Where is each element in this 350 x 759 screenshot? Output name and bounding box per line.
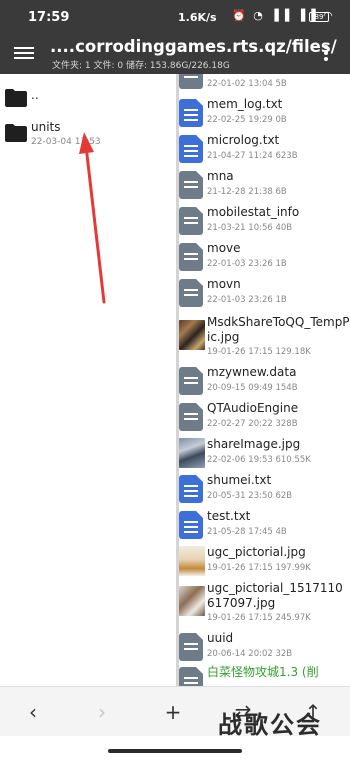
file-row[interactable]: uuid 20-06-14 20:02 32B: [179, 630, 350, 664]
file-row[interactable]: ugc_pictorial.jpg 19-01-26 17:15 197.99K: [179, 544, 350, 578]
file-icon: [179, 367, 203, 395]
file-name: shareImage.jpg: [207, 437, 301, 451]
add-button[interactable]: +: [158, 697, 188, 727]
file-name: microlog.txt: [207, 133, 280, 147]
file-name: move: [207, 241, 241, 255]
file-row[interactable]: QTAudioEngine 22-02-27 20:22 328B: [179, 400, 350, 434]
file-row[interactable]: test.txt 21-05-28 17:45 4B: [179, 508, 350, 542]
file-meta: 20-05-31 23:50 62B: [207, 491, 293, 501]
file-meta: 20-06-14 20:02 32B: [207, 649, 293, 659]
back-button[interactable]: ‹: [18, 697, 48, 727]
file-row[interactable]: move 22-01-03 23:26 1B: [179, 240, 350, 274]
gesture-bar[interactable]: [108, 749, 242, 753]
file-meta: 22-01-02 13:04 5B: [207, 79, 287, 89]
file-icon: [179, 667, 203, 686]
file-name: mem_log.txt: [207, 97, 283, 111]
file-name: MsdkShareToQQ_TempPic.jpg: [207, 315, 350, 344]
file-row[interactable]: shareImage.jpg 22-02-06 19:53 610.55K: [179, 436, 350, 470]
file-icon: [179, 403, 203, 431]
network-speed: 1.6K/s: [178, 11, 217, 24]
file-meta: 21-12-28 21:38 6B: [207, 187, 287, 197]
file-meta: 19-01-26 17:15 129.18K: [207, 347, 311, 357]
status-bar: 17:59 1.6K/s ⏰ ◔ ▐▐ ▐▐ ◠ 89: [0, 0, 350, 34]
file-row[interactable]: shumei.txt 20-05-31 23:50 62B: [179, 472, 350, 506]
file-row[interactable]: ugc_pictorial_1517110617097.jpg 19-01-26…: [179, 580, 350, 626]
file-row[interactable]: MsdkShareToQQ_TempPic.jpg 19-01-26 17:15…: [179, 314, 350, 358]
image-thumbnail: [179, 586, 205, 616]
more-options-icon[interactable]: [322, 45, 330, 65]
file-meta: 22-02-25 19:29 0B: [207, 115, 287, 125]
file-icon: [179, 279, 203, 307]
file-name: uuid: [207, 631, 234, 645]
file-name: QTAudioEngine: [207, 401, 299, 415]
file-name: 白菜怪物攻城1.3 (削: [207, 665, 319, 679]
text-file-icon: [179, 99, 203, 127]
image-thumbnail: [179, 546, 205, 576]
file-name: ugc_pictorial_1517110617097.jpg: [207, 581, 343, 610]
file-name: movn: [207, 277, 241, 291]
file-meta: 22-01-03 23:26 1B: [207, 259, 287, 269]
file-icon: [179, 171, 203, 199]
file-meta: 22-02-27 20:22 328B: [207, 419, 298, 429]
status-time: 17:59: [28, 10, 70, 25]
file-icon: [179, 207, 203, 235]
file-icon: [179, 74, 203, 89]
file-name: shumei.txt: [207, 473, 272, 487]
file-row[interactable]: mem_log.txt 22-02-25 19:29 0B: [179, 96, 350, 130]
forward-button[interactable]: ›: [87, 697, 117, 727]
right-file-pane: 22-01-02 13:04 5B mem_log.txt 22-02-25 1…: [179, 74, 350, 686]
hamburger-menu-icon[interactable]: [14, 44, 34, 62]
file-meta: 21-03-21 10:56 40B: [207, 223, 293, 233]
file-name: test.txt: [207, 509, 251, 523]
app-bar: ....corrodinggames.rts.qz/files/ 文件夹: 1 …: [0, 34, 350, 74]
left-file-pane: .. units 22-03-04 17:53: [0, 74, 176, 686]
file-meta: 22-01-03 23:26 1B: [207, 295, 287, 305]
watermark-logo: 战歌公会: [218, 711, 322, 739]
file-meta: 21-05-28 17:45 4B: [207, 527, 287, 537]
file-row[interactable]: mzywnew.data 20-09-15 09:49 154B: [179, 364, 350, 398]
file-row[interactable]: microlog.txt 21-04-27 11:24 623B: [179, 132, 350, 166]
file-icon: [179, 633, 203, 661]
file-meta: 22-02-06 19:53 610.55K: [207, 455, 311, 465]
file-meta: 19-01-26 17:15 197.99K: [207, 563, 311, 573]
file-row[interactable]: mobilestat_info 21-03-21 10:56 40B: [179, 204, 350, 238]
text-file-icon: [179, 475, 203, 503]
file-meta: 19-01-26 17:15 245.97K: [207, 613, 311, 623]
file-name: mzywnew.data: [207, 365, 297, 379]
file-row[interactable]: 22-01-02 13:04 5B: [179, 74, 350, 92]
battery-icon: 89: [309, 12, 329, 22]
image-thumbnail: [179, 438, 205, 468]
image-thumbnail: [179, 320, 205, 350]
folder-info: 文件夹: 1 文件: 0 储存: 153.86G/226.18G: [52, 61, 230, 71]
annotation-arrow: [79, 132, 106, 304]
file-row[interactable]: movn 22-01-03 23:26 1B: [179, 276, 350, 310]
file-name: mobilestat_info: [207, 205, 300, 219]
current-path: ....corrodinggames.rts.qz/files/: [50, 37, 337, 56]
file-row[interactable]: 白菜怪物攻城1.3 (削: [179, 664, 350, 686]
text-file-icon: [179, 511, 203, 539]
file-meta: 21-04-27 11:24 623B: [207, 151, 298, 161]
file-meta: 20-09-15 09:49 154B: [207, 383, 298, 393]
file-row[interactable]: mna 21-12-28 21:38 6B: [179, 168, 350, 202]
file-icon: [179, 243, 203, 271]
text-file-icon: [179, 135, 203, 163]
file-name: mna: [207, 169, 234, 183]
file-name: ugc_pictorial.jpg: [207, 545, 306, 559]
